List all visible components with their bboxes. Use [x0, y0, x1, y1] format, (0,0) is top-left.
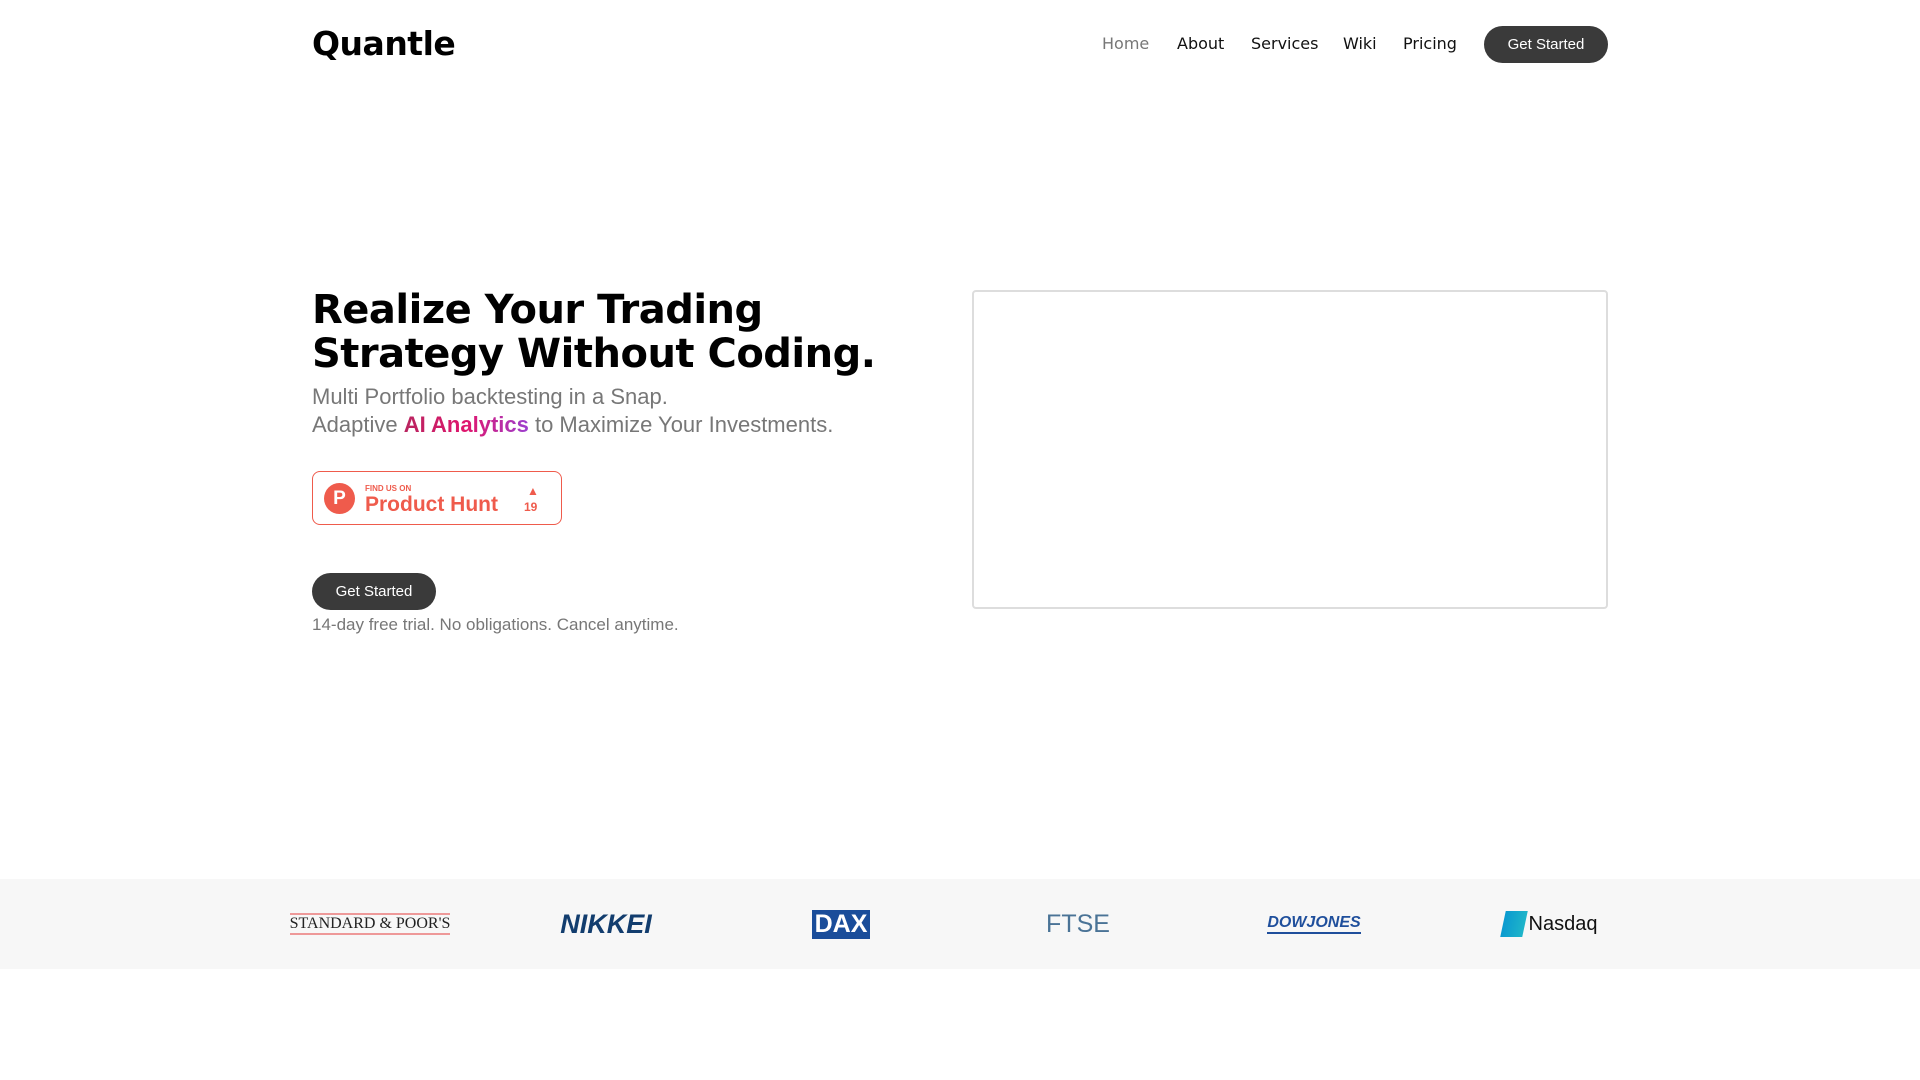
dax-logo: DAX	[741, 879, 941, 969]
find-us-label: FIND US ON	[365, 484, 412, 493]
ftse-logo: FTSE	[1046, 909, 1110, 938]
upvote-count: 19	[524, 500, 538, 514]
trial-note: 14-day free trial. No obligations. Cance…	[312, 615, 679, 634]
product-hunt-icon: P	[324, 483, 355, 514]
nav-services[interactable]: Services	[1251, 34, 1318, 53]
hero-subtitle-1: Multi Portfolio backtesting in a Snap.	[312, 384, 668, 409]
nav-home[interactable]: Home	[1102, 34, 1149, 53]
nasdaq-logo: Nasdaq	[1450, 879, 1650, 969]
nasdaq-icon	[1499, 911, 1528, 937]
hero-title: Realize Your Trading Strategy Without Co…	[312, 287, 876, 377]
nav-pricing[interactable]: Pricing	[1403, 34, 1457, 53]
header-get-started-button[interactable]: Get Started	[1484, 26, 1608, 63]
dowjones-logo: DOWJONES	[1214, 879, 1414, 969]
upvote-icon: ▲	[527, 484, 539, 498]
subtitle-post: to Maximize Your Investments.	[528, 412, 834, 437]
product-hunt-name: Product Hunt	[365, 493, 498, 516]
ai-analytics-highlight: AI Analytics	[403, 412, 529, 437]
nav-about[interactable]: About	[1177, 34, 1224, 53]
get-started-button[interactable]: Get Started	[312, 573, 436, 610]
product-hunt-badge[interactable]: P FIND US ON Product Hunt ▲ 19	[312, 471, 562, 525]
index-logos-strip: STANDARD & POOR'S NIKKEI DAX FTSE DOWJON…	[0, 879, 1920, 969]
subtitle-pre: Adaptive	[312, 412, 404, 437]
nikkei-logo: NIKKEI	[560, 908, 652, 939]
nav-wiki[interactable]: Wiki	[1343, 34, 1377, 53]
sp-logo: STANDARD & POOR'S	[270, 879, 470, 969]
logo[interactable]: Quantle	[312, 24, 456, 63]
hero-subtitle-2: Adaptive AI Analytics to Maximize Your I…	[312, 412, 833, 438]
video-embed[interactable]	[972, 290, 1608, 609]
